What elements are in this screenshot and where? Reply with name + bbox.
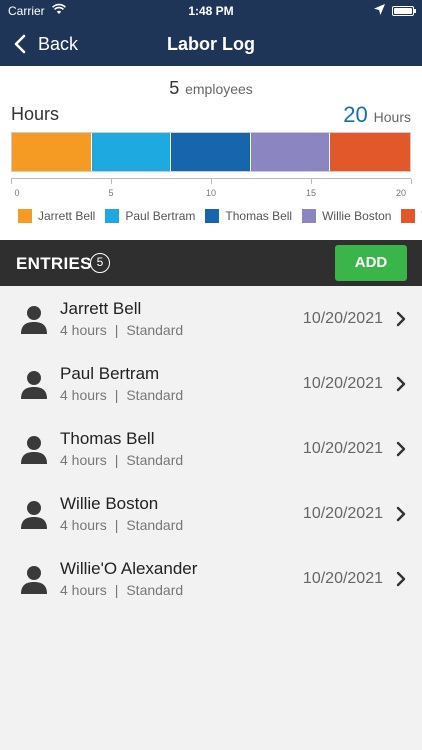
chevron-right-icon: [396, 376, 406, 392]
entry-row[interactable]: Jarrett Bell 4 hours | Standard 10/20/2021: [0, 286, 422, 351]
entry-type: Standard: [126, 517, 184, 533]
legend-swatch: [302, 209, 317, 223]
entry-hours: 4 hours: [60, 322, 107, 338]
entry-hours: 4 hours: [60, 452, 107, 468]
hours-chart-label: Hours: [11, 104, 60, 124]
location-arrow-icon: [374, 4, 385, 15]
hours-summary: 5 employees Hours 20 Hours 0 5 10 15 20 Jarr…: [0, 66, 422, 240]
axis-tick: [311, 179, 312, 184]
axis-tick: [211, 179, 212, 184]
entry-name: Jarrett Bell: [60, 299, 142, 318]
entry-type: Standard: [126, 452, 184, 468]
bar-segment: [171, 133, 251, 171]
entry-row[interactable]: Willie'O Alexander 4 hours | Standard 10/2…: [0, 546, 422, 611]
entry-date: 10/20/2021: [302, 375, 383, 392]
entry-details: 4 hours | Standard: [60, 322, 183, 338]
legend-swatch: [205, 209, 220, 223]
entries-count-badge: 5: [90, 253, 110, 273]
entry-row[interactable]: Willie Boston 4 hours | Standard 10/20/202…: [0, 481, 422, 546]
person-icon: [21, 371, 47, 399]
entry-type: Standard: [126, 582, 184, 598]
entry-name: Paul Bertram: [60, 364, 160, 383]
axis-tick: [111, 179, 112, 184]
axis-tick: [11, 179, 12, 184]
entry-hours: 4 hours: [60, 517, 107, 533]
bar-segment: [330, 133, 410, 171]
employee-count-label: employees: [185, 81, 253, 97]
legend-swatch: [18, 209, 32, 223]
entry-separator: |: [114, 582, 119, 598]
entry-date: 10/20/2021: [302, 505, 383, 522]
entry-name: Willie Boston: [60, 494, 159, 513]
legend-item: Willie Boston: [302, 209, 391, 223]
entry-name: Willie'O Alexander: [60, 559, 198, 578]
person-icon: [21, 436, 47, 464]
total-hours-unit: Hours: [373, 109, 411, 125]
legend-label: Willie Boston: [322, 209, 392, 223]
legend-item: Paul Bertram: [105, 209, 195, 223]
tick-label: 0: [14, 188, 20, 198]
battery-icon: [392, 6, 416, 16]
entry-details: 4 hours | Standard: [60, 517, 183, 533]
tick-label: 15: [305, 188, 317, 198]
legend-swatch: [105, 209, 120, 223]
stacked-hours-bar: [11, 132, 411, 172]
employee-count: 5 employees: [0, 78, 422, 99]
navigation-bar: Back Labor Log: [0, 22, 422, 66]
tick-label: 10: [205, 188, 217, 198]
entry-date: 10/20/2021: [302, 310, 383, 327]
add-entry-button[interactable]: ADD: [335, 245, 407, 281]
axis-tick: [411, 179, 412, 184]
chart-legend: Jarrett Bell Paul Bertram Thomas Bell Willi…: [18, 209, 422, 227]
chevron-right-icon: [396, 311, 406, 327]
entry-row[interactable]: Thomas Bell 4 hours | Standard 10/20/2021: [0, 416, 422, 481]
status-bar: Carrier 1:48 PM: [0, 0, 422, 22]
person-icon: [21, 306, 47, 334]
page-title: Labor Log: [167, 34, 255, 54]
chevron-right-icon: [396, 441, 406, 457]
entry-hours: 4 hours: [60, 387, 107, 403]
legend-item: Thomas Bell: [205, 209, 292, 223]
bar-segment: [91, 133, 172, 171]
bar-segment: [12, 133, 92, 171]
entry-details: 4 hours | Standard: [60, 582, 183, 598]
entry-type: Standard: [126, 322, 184, 338]
hours-axis: 0 5 10 15 20: [11, 178, 412, 200]
entry-details: 4 hours | Standard: [60, 452, 183, 468]
entry-separator: |: [114, 387, 119, 403]
clock: 1:48 PM: [188, 4, 234, 18]
total-hours: 20 Hours: [343, 102, 411, 128]
entry-separator: |: [114, 517, 119, 533]
entry-separator: |: [114, 322, 119, 338]
legend-swatch: [401, 209, 416, 223]
entry-date: 10/20/2021: [302, 570, 383, 587]
entry-hours: 4 hours: [60, 582, 107, 598]
person-icon: [21, 566, 47, 594]
entry-date: 10/20/2021: [302, 440, 383, 457]
tick-label: 20: [395, 188, 407, 198]
tick-label: 5: [108, 188, 114, 198]
employee-count-value: 5: [169, 78, 180, 98]
legend-item: W: [401, 209, 422, 223]
entries-title: ENTRIES: [16, 254, 92, 273]
legend-label: Paul Bertram: [125, 209, 196, 223]
legend-label: Thomas Bell: [225, 209, 293, 223]
entry-type: Standard: [126, 387, 184, 403]
chevron-right-icon: [396, 571, 406, 587]
entry-row[interactable]: Paul Bertram 4 hours | Standard 10/20/2021: [0, 351, 422, 416]
legend-item: Jarrett Bell: [18, 209, 95, 223]
entry-details: 4 hours | Standard: [60, 387, 183, 403]
total-hours-value: 20: [343, 102, 368, 127]
legend-label: Jarrett Bell: [38, 209, 96, 223]
chevron-right-icon: [396, 506, 406, 522]
entry-name: Thomas Bell: [60, 429, 155, 448]
bar-segment: [250, 133, 331, 171]
person-icon: [21, 501, 47, 529]
entry-separator: |: [114, 452, 119, 468]
entries-header: ENTRIES 5 ADD: [0, 240, 422, 286]
